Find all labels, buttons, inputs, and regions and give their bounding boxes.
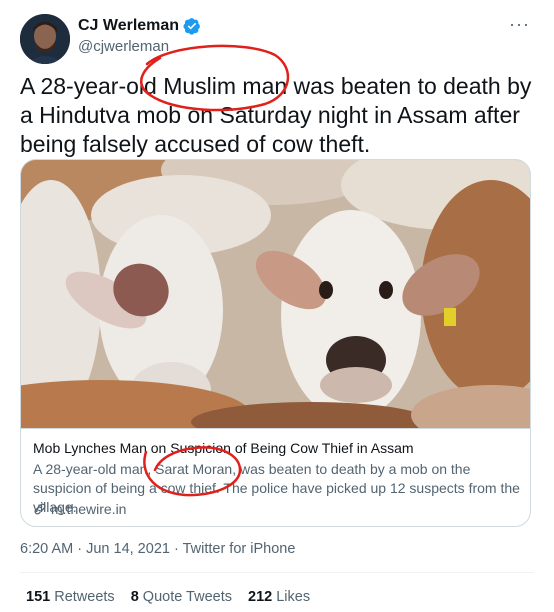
author-handle[interactable]: @cjwerleman	[78, 38, 169, 55]
avatar-photo	[20, 14, 70, 64]
card-image[interactable]	[21, 160, 530, 428]
card-domain[interactable]: m.thewire.in	[33, 501, 126, 517]
quote-tweets-stat[interactable]: 8 Quote Tweets	[131, 589, 232, 605]
tweet-date[interactable]: Jun 14, 2021	[86, 541, 170, 557]
card-body[interactable]: Mob Lynches Man on Suspicion of Being Co…	[21, 428, 530, 526]
meta-separator: ·	[169, 541, 183, 557]
link-card[interactable]: Mob Lynches Man on Suspicion of Being Co…	[20, 159, 531, 527]
likes-stat[interactable]: 212 Likes	[248, 589, 310, 605]
retweets-count: 151	[26, 589, 51, 605]
engagement-stats: 151 Retweets 8 Quote Tweets 212 Likes	[26, 589, 310, 605]
card-title[interactable]: Mob Lynches Man on Suspicion of Being Co…	[33, 440, 414, 456]
card-domain-text[interactable]: m.thewire.in	[51, 501, 126, 517]
divider	[20, 572, 534, 573]
retweets-label: Retweets	[50, 589, 115, 605]
author-name[interactable]: CJ Werleman	[78, 17, 179, 35]
tweet-source[interactable]: Twitter for iPhone	[183, 541, 296, 557]
tweet-text: A 28-year-old Muslim man was beaten to d…	[20, 73, 532, 157]
tweet-time[interactable]: 6:20 AM	[20, 541, 73, 557]
author-name-row[interactable]: CJ Werleman	[78, 17, 201, 35]
retweets-stat[interactable]: 151 Retweets	[26, 589, 115, 605]
quote-tweets-count: 8	[130, 589, 139, 605]
tweet-meta: 6:20 AM · Jun 14, 2021 · Twitter for iPh…	[20, 541, 295, 557]
quote-tweets-label: Quote Tweets	[138, 589, 232, 605]
likes-count: 212	[248, 589, 273, 605]
tweet: CJ Werleman @cjwerleman ··· A 28-year-ol…	[0, 0, 554, 612]
verified-badge-icon	[183, 18, 200, 35]
likes-label: Likes	[272, 589, 311, 605]
meta-separator: ·	[73, 541, 87, 557]
avatar[interactable]	[20, 14, 70, 64]
link-icon	[34, 503, 46, 515]
more-options-icon[interactable]: ···	[509, 14, 530, 35]
